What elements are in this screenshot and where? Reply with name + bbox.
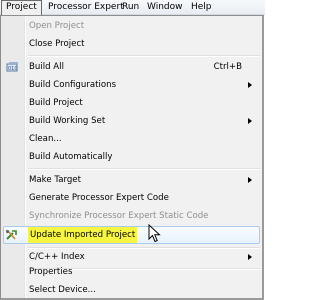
menu-item-synchronize-static-code[interactable]: Synchronize Processor Expert Static Code [3,207,260,225]
mouse-cursor-icon [148,223,162,244]
menu-item-label: Synchronize Processor Expert Static Code [29,211,209,221]
shortcut-text: Ctrl+B [213,62,242,72]
menu-item-build-automatically[interactable]: Build Automatically [3,148,260,166]
menu-processor-expert[interactable]: Processor Expert [44,0,128,15]
menu-item-build-working-set[interactable]: Build Working Set [3,112,260,130]
menu-item-label: Clean... [29,134,62,144]
menu-item-label: Build Working Set [29,116,106,126]
menu-item-properties[interactable]: Properties [3,263,260,281]
menu-item-label: Open Project [29,21,85,31]
menu-bar: Project Processor Expert Run Window Help [0,0,265,15]
menu-item-label: Close Project [29,39,85,49]
menu-help[interactable]: Help [187,0,216,15]
menu-item-clean[interactable]: Clean... [3,130,260,148]
menu-separator [28,168,260,170]
menu-item-label: Update Imported Project [28,227,138,243]
menu-item-update-imported-project[interactable]: Update Imported Project [3,226,260,244]
menu-item-label: Generate Processor Expert Code [29,193,169,203]
submenu-arrow-icon [248,254,252,260]
menu-item-label: Make Target [29,175,81,185]
menu-item-build-project[interactable]: Build Project [3,94,260,112]
menu-item-label: Build Project [29,98,83,108]
menu-item-label: Build All [29,62,64,72]
update-project-icon [5,229,19,241]
menu-separator [28,55,260,57]
svg-text:010: 010 [8,66,18,72]
submenu-arrow-icon [248,82,252,88]
submenu-arrow-icon [248,177,252,183]
menu-window[interactable]: Window [143,0,187,15]
submenu-arrow-icon [248,118,252,124]
menu-item-make-target[interactable]: Make Target [3,171,260,189]
menu-run[interactable]: Run [118,0,143,15]
menu-item-select-device[interactable]: Select Device... [3,281,260,299]
menu-item-open-project[interactable]: Open Project [3,17,260,35]
menu-item-build-all[interactable]: 010 Build All Ctrl+B [3,58,260,76]
menu-item-close-project[interactable]: Close Project [3,35,260,53]
menu-item-label: Build Configurations [29,80,117,90]
menu-item-label: Properties [29,267,73,277]
menu-item-label: Build Automatically [29,152,113,162]
build-all-icon: 010 [6,61,20,73]
menu-item-generate-processor-expert-code[interactable]: Generate Processor Expert Code [3,189,260,207]
menu-project[interactable]: Project [1,0,42,15]
project-dropdown-menu: Open Project Close Project 010 Build All… [0,15,264,300]
menu-item-label: Select Device... [29,285,96,295]
menu-item-build-configurations[interactable]: Build Configurations [3,76,260,94]
